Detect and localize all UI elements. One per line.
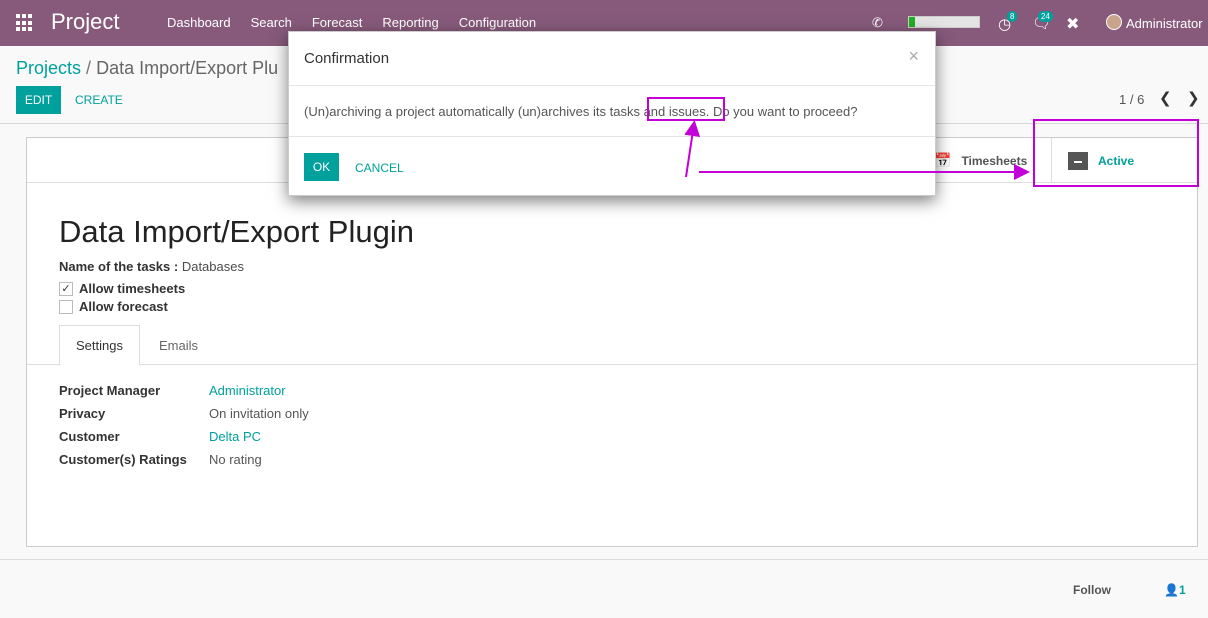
confirmation-dialog: Confirmation × (Un)archiving a project a… bbox=[288, 31, 936, 196]
annotation-highlight-issues bbox=[647, 97, 725, 121]
close-icon[interactable]: × bbox=[908, 46, 919, 67]
annotation-highlight-active bbox=[1033, 119, 1199, 187]
dialog-footer: OK CANCEL bbox=[289, 136, 935, 196]
cancel-button[interactable]: CANCEL bbox=[355, 161, 404, 175]
dialog-title: Confirmation bbox=[304, 50, 390, 67]
dialog-header: Confirmation × bbox=[289, 32, 935, 86]
ok-button[interactable]: OK bbox=[304, 153, 339, 181]
dialog-message: (Un)archiving a project automatically (u… bbox=[304, 104, 858, 119]
